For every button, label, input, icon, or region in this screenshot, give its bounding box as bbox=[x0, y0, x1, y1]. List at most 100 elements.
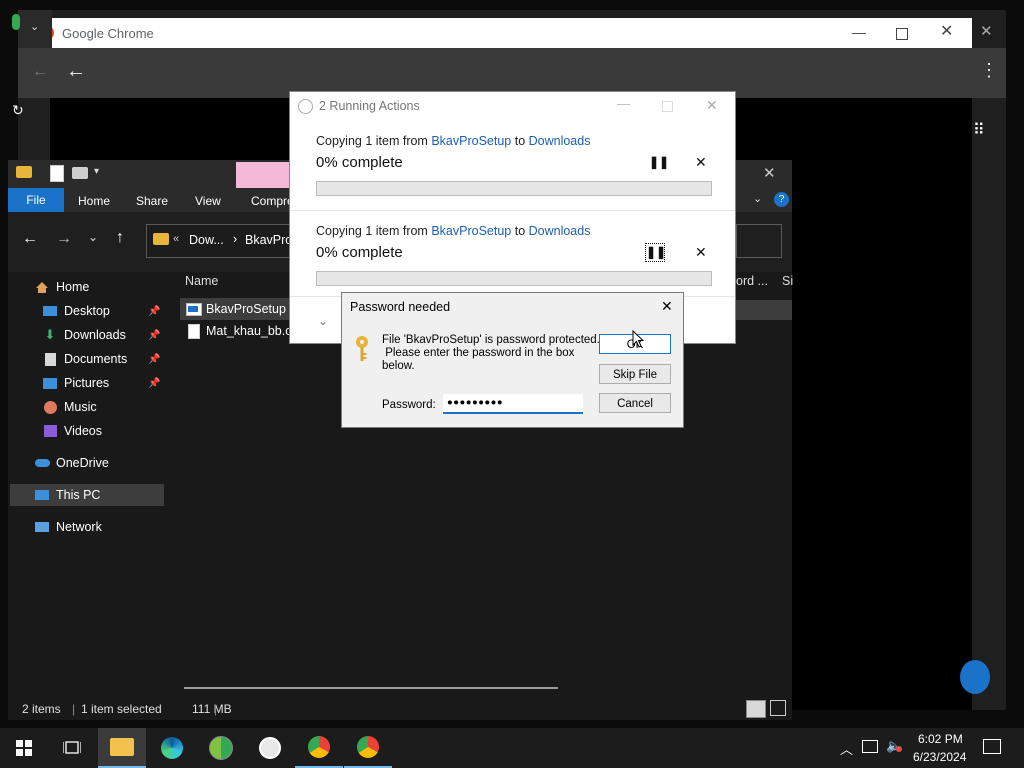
message-line: File 'BkavProSetup' is password protecte… bbox=[382, 334, 600, 346]
copy-mid: to bbox=[511, 224, 529, 238]
status-item-count: 2 items bbox=[22, 702, 61, 716]
pin-icon[interactable]: 📌 bbox=[148, 354, 160, 365]
recent-locations-icon[interactable]: ⌄ bbox=[88, 230, 98, 244]
edge-icon[interactable] bbox=[148, 728, 196, 768]
address-part-downloads[interactable]: Dow... bbox=[189, 233, 224, 247]
tab-home[interactable]: Home bbox=[78, 194, 110, 208]
clock-date[interactable]: 6/23/2024 bbox=[913, 750, 966, 764]
file-explorer-taskbar-icon[interactable] bbox=[98, 728, 146, 768]
source-link[interactable]: BkavProSetup bbox=[431, 134, 511, 148]
progress-bar bbox=[316, 181, 712, 196]
large-icons-view-icon[interactable] bbox=[770, 700, 786, 716]
password-input[interactable]: ●●●●●●●●● bbox=[443, 394, 583, 414]
help-icon[interactable]: ? bbox=[774, 192, 789, 207]
tab-view[interactable]: View bbox=[195, 194, 221, 208]
address-bar[interactable]: « Dow... › BkavPro bbox=[146, 224, 298, 258]
apps-icon[interactable]: ⠿ bbox=[973, 120, 985, 140]
cancel-job-icon[interactable]: ✕ bbox=[695, 244, 707, 261]
nav-this-pc[interactable]: This PC bbox=[34, 484, 100, 506]
skip-file-button[interactable]: Skip File bbox=[599, 364, 671, 384]
back-icon[interactable]: ← bbox=[22, 230, 38, 248]
up-icon[interactable]: ↑ bbox=[116, 229, 124, 247]
chrome-taskbar-icon[interactable] bbox=[295, 728, 343, 768]
cloud-icon bbox=[34, 456, 50, 470]
nav-music[interactable]: Music bbox=[42, 396, 97, 418]
network-status-icon[interactable] bbox=[862, 740, 878, 753]
notification-center-icon[interactable] bbox=[983, 739, 1001, 754]
tab-share[interactable]: Share bbox=[136, 194, 168, 208]
chrome-tab-search[interactable]: ⌄ bbox=[18, 10, 52, 48]
cancel-button[interactable]: Cancel bbox=[599, 393, 671, 413]
copy-prefix: Copying 1 item from bbox=[316, 224, 432, 238]
source-link[interactable]: BkavProSetup bbox=[431, 224, 511, 238]
nav-network[interactable]: Network bbox=[34, 516, 102, 538]
divider bbox=[290, 210, 735, 211]
computer-icon bbox=[34, 488, 50, 502]
nav-pictures[interactable]: Pictures bbox=[42, 372, 109, 394]
search-box[interactable] bbox=[736, 224, 782, 258]
nav-pictures-label: Pictures bbox=[64, 376, 110, 390]
back-arrow-icon[interactable]: ← bbox=[66, 60, 86, 83]
address-overflow-icon[interactable]: « bbox=[173, 233, 179, 245]
maximize-icon[interactable] bbox=[896, 28, 908, 40]
desktop-icon bbox=[42, 304, 58, 318]
nav-downloads[interactable]: ⬇ Downloads bbox=[42, 324, 126, 346]
close-icon[interactable]: ✕ bbox=[706, 97, 718, 114]
nav-documents[interactable]: Documents bbox=[42, 348, 127, 370]
close-icon[interactable]: ✕ bbox=[661, 298, 673, 315]
tab-compress[interactable]: Compre bbox=[251, 194, 294, 208]
properties-icon[interactable] bbox=[50, 165, 64, 182]
nav-home[interactable]: Home bbox=[34, 276, 89, 298]
explorer-close-icon[interactable]: ✕ bbox=[763, 164, 776, 182]
expand-details-icon[interactable]: ⌄ bbox=[318, 314, 328, 328]
file-row-selected[interactable]: BkavProSetup bbox=[180, 298, 290, 320]
status-divider: | bbox=[72, 702, 76, 716]
videos-icon bbox=[42, 424, 58, 438]
column-size[interactable]: Si bbox=[782, 274, 793, 288]
clock-time[interactable]: 6:02 PM bbox=[918, 732, 963, 746]
start-button[interactable] bbox=[0, 728, 48, 768]
file-name[interactable]: BkavProSetup bbox=[206, 302, 286, 316]
column-date-modified[interactable]: ord ... bbox=[736, 274, 768, 288]
nav-onedrive[interactable]: OneDrive bbox=[34, 452, 109, 474]
chrome-close-icon[interactable]: ✕ bbox=[940, 21, 953, 41]
pause-icon[interactable]: ❚❚ bbox=[649, 155, 669, 169]
chrome-title-text: Google Chrome bbox=[62, 26, 154, 41]
minimize-icon[interactable]: — bbox=[852, 24, 866, 40]
outer-close-icon[interactable]: ✕ bbox=[980, 22, 993, 40]
nav-desktop[interactable]: Desktop bbox=[42, 300, 110, 322]
horizontal-scrollbar[interactable] bbox=[184, 687, 558, 689]
task-view-icon[interactable] bbox=[48, 728, 96, 768]
floating-action-icon[interactable] bbox=[960, 660, 990, 694]
forward-icon[interactable]: → bbox=[56, 230, 72, 248]
ribbon-expand-icon[interactable]: ⌄ bbox=[753, 192, 762, 205]
tab-file[interactable]: File bbox=[8, 188, 64, 212]
file-row[interactable]: Mat_khau_bb.c bbox=[180, 320, 300, 342]
pin-icon[interactable]: 📌 bbox=[148, 306, 160, 317]
destination-link[interactable]: Downloads bbox=[529, 134, 591, 148]
clock-app-icon[interactable] bbox=[246, 728, 294, 768]
details-view-icon[interactable] bbox=[746, 700, 766, 718]
nav-music-label: Music bbox=[64, 400, 97, 414]
address-part-folder[interactable]: BkavPro bbox=[245, 233, 292, 247]
chrome-app-icon[interactable] bbox=[197, 728, 245, 768]
qat-dropdown-icon[interactable]: ▾ bbox=[94, 166, 99, 177]
pin-icon[interactable]: 📌 bbox=[148, 378, 160, 389]
cancel-job-icon[interactable]: ✕ bbox=[695, 154, 707, 171]
nav-videos[interactable]: Videos bbox=[42, 420, 102, 442]
desktop-edge-icon-2: ↻ bbox=[12, 102, 24, 118]
minimize-icon[interactable]: — bbox=[617, 96, 630, 111]
chrome-profile-taskbar-icon[interactable] bbox=[344, 728, 392, 768]
more-menu-icon[interactable]: ⋮ bbox=[980, 60, 998, 81]
nav-videos-label: Videos bbox=[64, 424, 102, 438]
pause-icon[interactable]: ❚❚ bbox=[645, 243, 666, 262]
show-hidden-icons-icon[interactable]: ︿ bbox=[840, 739, 853, 758]
column-name[interactable]: Name bbox=[185, 274, 218, 288]
file-name[interactable]: Mat_khau_bb.c bbox=[206, 324, 291, 338]
password-dialog-title: Password needed bbox=[350, 300, 451, 314]
pin-icon[interactable]: 📌 bbox=[148, 330, 160, 341]
chevron-down-icon[interactable]: ⌄ bbox=[30, 20, 39, 33]
network-icon bbox=[34, 520, 50, 534]
new-folder-icon[interactable] bbox=[72, 167, 88, 179]
destination-link[interactable]: Downloads bbox=[529, 224, 591, 238]
